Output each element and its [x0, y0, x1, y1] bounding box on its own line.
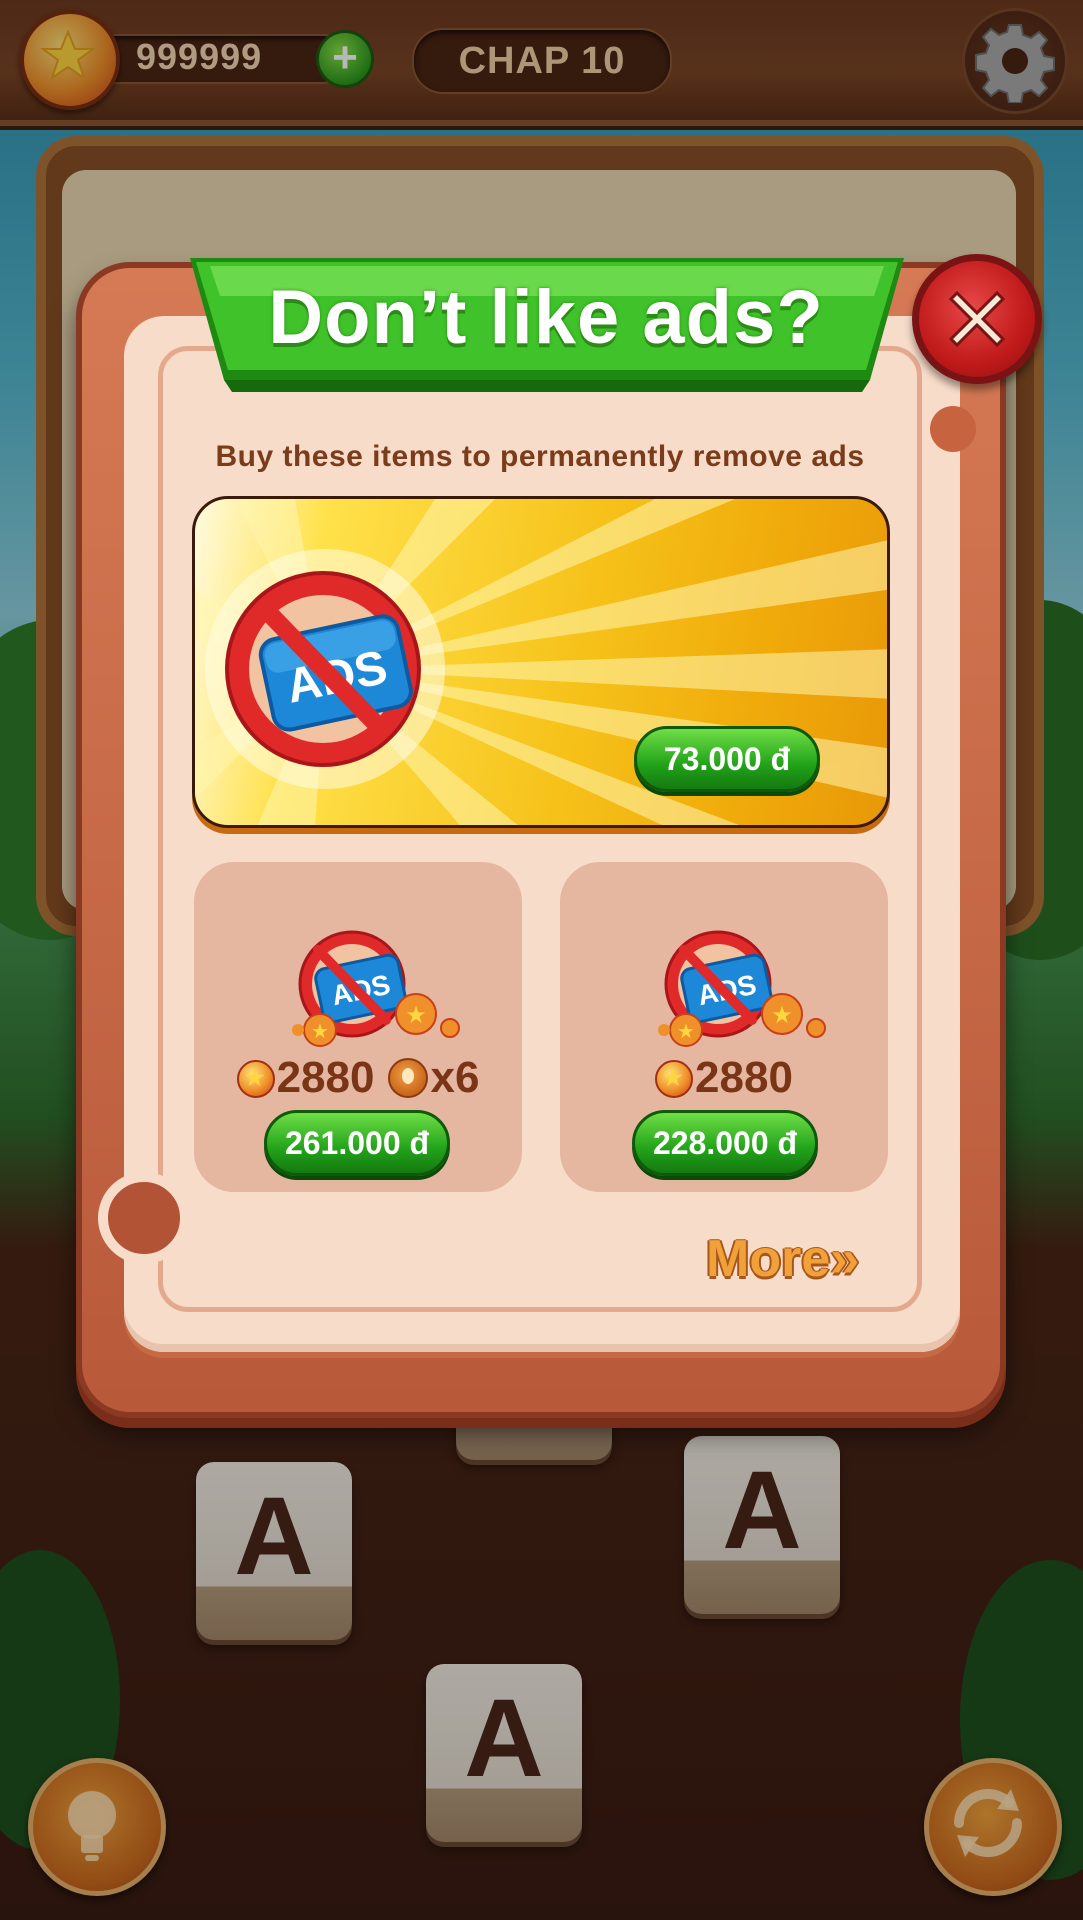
bundle-coin-amount: 2880	[695, 1053, 793, 1102]
star-coin-icon	[655, 1060, 694, 1098]
buy-button-bundle-2[interactable]: 228.000 đ	[632, 1110, 818, 1176]
ticket-notch	[98, 1172, 190, 1264]
no-ads-icon: ADS	[225, 571, 421, 767]
close-button[interactable]	[912, 254, 1042, 384]
close-icon	[948, 290, 1006, 348]
svg-text:★: ★	[677, 1021, 695, 1043]
buy-button-remove-ads[interactable]: 73.000 đ	[634, 726, 820, 792]
star-coin-icon	[236, 1060, 275, 1098]
svg-text:★: ★	[405, 1002, 427, 1029]
bundle-hint-amount: x6	[430, 1053, 480, 1102]
dialog-subtitle: Buy these items to permanently remove ad…	[215, 440, 865, 473]
more-offers-link[interactable]: More»	[706, 1226, 896, 1292]
no-ads-coins-icon: ADS ★ ★	[292, 930, 460, 1047]
no-ads-coins-icon: ADS ★ ★	[658, 930, 826, 1047]
lightbulb-icon	[388, 1058, 429, 1098]
bundle-rewards: 2880	[560, 1052, 888, 1104]
more-label: More	[706, 1230, 831, 1288]
dialog-title: Don’t like ads?	[268, 275, 824, 360]
ticket-notch	[930, 406, 976, 452]
double-chevron-icon: »	[830, 1230, 860, 1288]
svg-text:★: ★	[311, 1021, 329, 1043]
bundle-coin-amount: 2880	[276, 1053, 375, 1102]
bundle-rewards: 2880 x6	[194, 1052, 522, 1104]
svg-text:★: ★	[771, 1002, 793, 1029]
buy-button-bundle-1[interactable]: 261.000 đ	[264, 1110, 450, 1176]
